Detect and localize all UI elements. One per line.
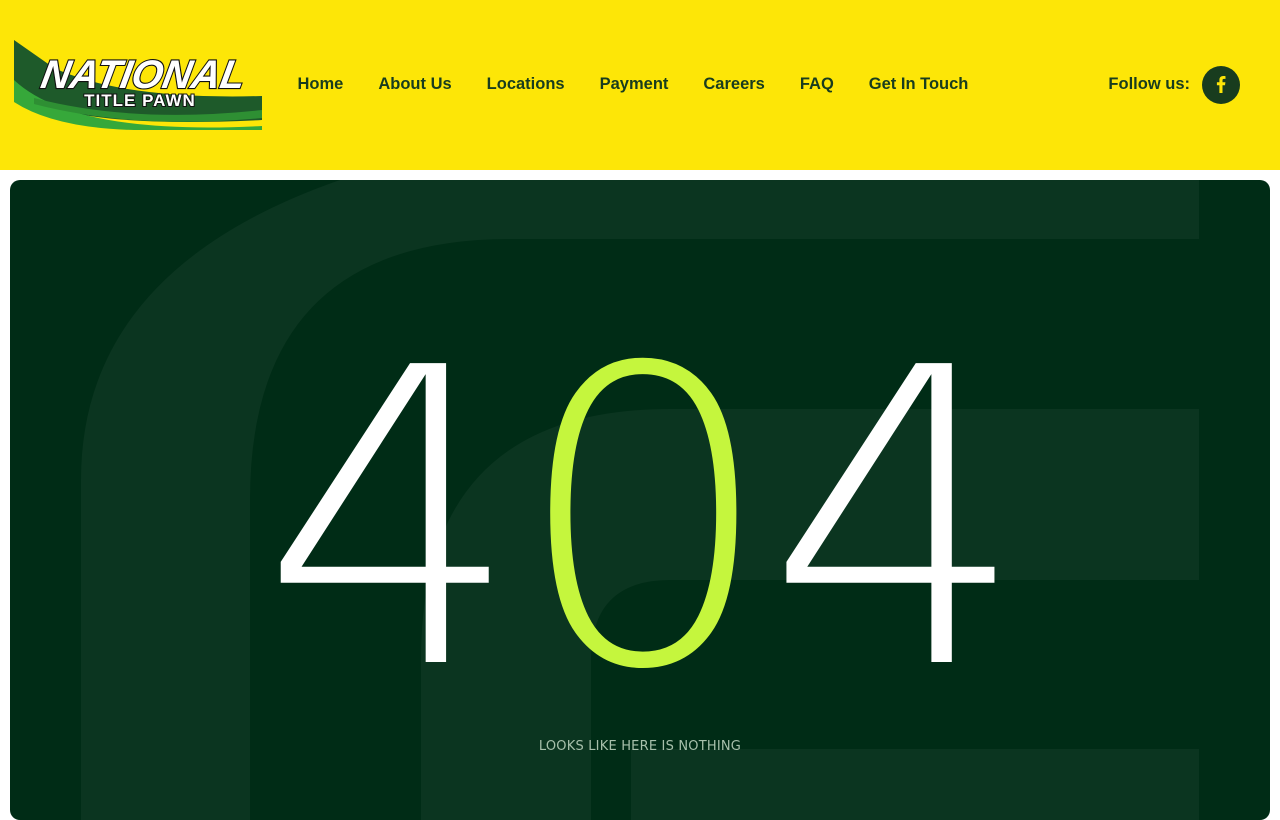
nav-item-home[interactable]: Home <box>280 75 361 94</box>
nav-item-about-us[interactable]: About Us <box>361 75 469 94</box>
facebook-button[interactable] <box>1202 65 1240 104</box>
logo-line2: TITLE PAWN <box>84 91 196 110</box>
nav-item-payment[interactable]: Payment <box>582 75 686 94</box>
error-code: 404 <box>10 281 1270 759</box>
nav-item-faq[interactable]: FAQ <box>782 75 851 94</box>
error-digit-middle: 0 <box>513 281 775 759</box>
error-hero: 404 Looks like here is nothing <box>10 180 1270 820</box>
error-digit-first: 4 <box>260 281 522 759</box>
nav-item-locations[interactable]: Locations <box>469 75 582 94</box>
error-digit-last: 4 <box>766 281 1027 759</box>
facebook-icon <box>1216 76 1226 93</box>
main-nav: Home About Us Locations Payment Careers … <box>280 64 986 104</box>
error-message: Looks like here is nothing <box>538 739 742 754</box>
logo-graphic: NATIONAL TITLE PAWN <box>14 40 262 130</box>
site-header: NATIONAL TITLE PAWN Home About Us Locati… <box>0 0 1280 170</box>
nav-item-get-in-touch[interactable]: Get In Touch <box>851 75 986 94</box>
nav-item-careers[interactable]: Careers <box>686 75 782 94</box>
follow-label: Follow us: <box>1108 75 1190 93</box>
site-logo[interactable]: NATIONAL TITLE PAWN <box>14 38 262 130</box>
social-follow: Follow us: <box>1108 65 1240 104</box>
